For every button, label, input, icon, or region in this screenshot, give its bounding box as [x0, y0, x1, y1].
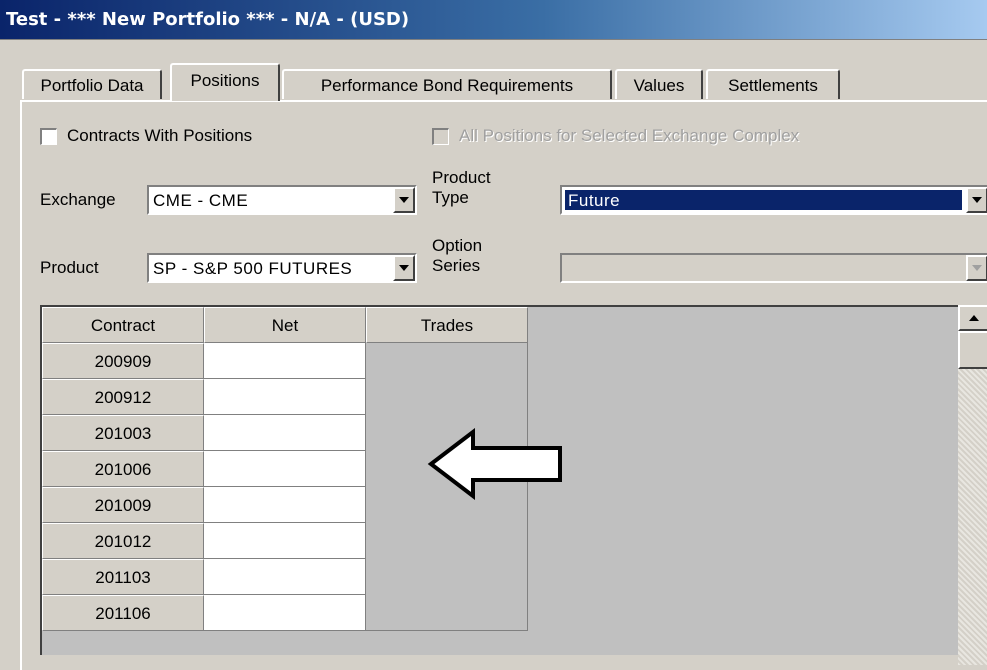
all-positions-label: All Positions for Selected Exchange Comp…: [459, 126, 800, 145]
product-type-value: Future: [565, 190, 962, 210]
column-header-trades[interactable]: Trades: [366, 307, 528, 343]
column-header-contract[interactable]: Contract: [42, 307, 204, 343]
row-contract-cell[interactable]: 201012: [42, 523, 204, 559]
product-type-select[interactable]: Future: [560, 185, 987, 215]
chevron-down-icon: [972, 265, 982, 271]
row-contract-cell[interactable]: 200909: [42, 343, 204, 379]
left-arrow-icon: [427, 428, 562, 500]
row-net-cell[interactable]: [204, 415, 366, 451]
exchange-dropdown-button[interactable]: [393, 187, 415, 213]
product-type-dropdown-button[interactable]: [966, 187, 987, 213]
product-dropdown-button[interactable]: [393, 255, 415, 281]
window-title: Test - *** New Portfolio *** - N/A - (US…: [6, 9, 410, 30]
option-series-label: Option Series: [432, 236, 483, 275]
row-contract-cell[interactable]: 201009: [42, 487, 204, 523]
scroll-thumb[interactable]: [958, 331, 987, 369]
row-net-cell[interactable]: [204, 559, 366, 595]
contracts-with-positions-label: Contracts With Positions: [67, 126, 253, 145]
tab-values[interactable]: Values: [615, 69, 703, 99]
grid-vertical-scrollbar[interactable]: [958, 305, 987, 665]
option-series-dropdown-button: [966, 255, 987, 281]
row-contract-cell[interactable]: 201106: [42, 595, 204, 631]
product-label: Product: [40, 258, 99, 277]
row-net-cell[interactable]: [204, 523, 366, 559]
chevron-up-icon: [969, 315, 979, 321]
product-value: SP - S&P 500 FUTURES: [153, 259, 353, 278]
chevron-down-icon: [399, 265, 409, 271]
chevron-down-icon: [972, 197, 982, 203]
all-positions-checkbox: [432, 127, 449, 145]
tab-performance-bond-requirements[interactable]: Performance Bond Requirements: [282, 69, 612, 99]
row-contract-cell[interactable]: 201103: [42, 559, 204, 595]
product-select[interactable]: SP - S&P 500 FUTURES: [147, 253, 417, 283]
row-net-cell[interactable]: [204, 343, 366, 379]
contracts-with-positions-checkbox[interactable]: [40, 127, 57, 145]
tab-settlements[interactable]: Settlements: [706, 69, 840, 99]
chevron-down-icon: [399, 197, 409, 203]
row-net-cell[interactable]: [204, 451, 366, 487]
row-net-cell[interactable]: [204, 487, 366, 523]
row-net-cell[interactable]: [204, 595, 366, 631]
exchange-value: CME - CME: [153, 191, 249, 210]
option-series-select: [560, 253, 987, 283]
window-titlebar: Test - *** New Portfolio *** - N/A - (US…: [0, 0, 987, 40]
exchange-label: Exchange: [40, 190, 116, 209]
row-contract-cell[interactable]: 200912: [42, 379, 204, 415]
row-contract-cell[interactable]: 201003: [42, 415, 204, 451]
exchange-select[interactable]: CME - CME: [147, 185, 417, 215]
product-type-label: Product Type: [432, 168, 491, 207]
tab-strip: Portfolio Data Positions Performance Bon…: [0, 40, 987, 104]
column-header-net[interactable]: Net: [204, 307, 366, 343]
row-contract-cell[interactable]: 201006: [42, 451, 204, 487]
scroll-up-button[interactable]: [958, 305, 987, 331]
contracts-with-positions-option[interactable]: Contracts With Positions: [40, 126, 252, 146]
all-positions-option: All Positions for Selected Exchange Comp…: [432, 126, 799, 146]
row-net-cell[interactable]: [204, 379, 366, 415]
tab-portfolio-data[interactable]: Portfolio Data: [22, 69, 162, 99]
tab-positions[interactable]: Positions: [170, 63, 280, 101]
